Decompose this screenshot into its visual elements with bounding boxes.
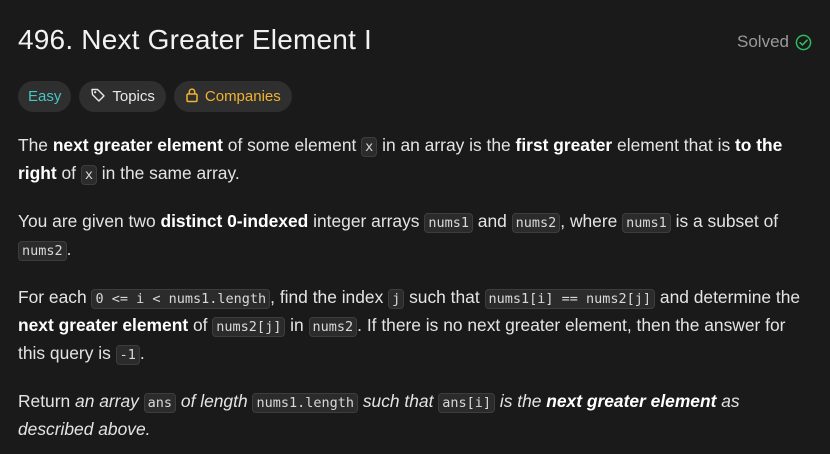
text: , where [560, 211, 623, 231]
solved-status: Solved [737, 32, 812, 52]
check-circle-icon [795, 34, 812, 51]
text: , find the index [270, 287, 389, 307]
inline-code: 0 <= i < nums1.length [91, 289, 271, 309]
inline-code: nums2[j] [212, 317, 286, 337]
text: The [18, 135, 53, 155]
text: Return [18, 391, 76, 411]
topics-button[interactable]: Topics [79, 81, 166, 112]
text: element that is [612, 135, 735, 155]
inline-code: nums1 [424, 213, 473, 233]
companies-label: Companies [204, 88, 281, 105]
text: such that [404, 287, 485, 307]
inline-code: -1 [115, 345, 140, 365]
title-row: 496. Next Greater Element I Solved [18, 0, 812, 86]
text: of [188, 315, 213, 335]
text: in an array is the [377, 135, 516, 155]
description-paragraph-3: For each 0 <= i < nums1.length, find the… [18, 284, 813, 368]
inline-code: nums2 [18, 241, 67, 261]
tag-bar: Easy Topics Companies [18, 81, 292, 112]
italic-text: such that [358, 391, 439, 411]
inline-code: nums2 [308, 317, 358, 337]
bold-term: next greater element [546, 391, 716, 411]
problem-page: 496. Next Greater Element I Solved Easy … [0, 0, 830, 454]
topics-label: Topics [112, 88, 155, 105]
text: For each [18, 287, 92, 307]
tag-icon [90, 87, 106, 107]
inline-code: nums1 [622, 213, 671, 233]
text: of some element [222, 135, 362, 155]
text: in [285, 315, 309, 335]
solved-label: Solved [737, 32, 789, 51]
bold-term: next greater element [18, 315, 189, 335]
inline-code: nums1.length [252, 393, 358, 413]
difficulty-label: Easy [28, 88, 62, 105]
description-paragraph-2: You are given two distinct 0-indexed int… [18, 208, 813, 264]
italic-text: an array [75, 391, 144, 411]
text: is a subset of [670, 211, 779, 231]
inline-code: nums2 [511, 213, 561, 233]
inline-code: ans [143, 393, 177, 413]
inline-code: nums1[i] == nums2[j] [484, 289, 656, 309]
bold-term: first greater [515, 135, 613, 155]
italic-text: is the [495, 391, 547, 411]
text: and determine the [655, 287, 801, 307]
lock-icon [185, 87, 199, 107]
text: integer arrays [308, 211, 425, 231]
text: and [472, 211, 512, 231]
italic-bold-text: next greater element [546, 391, 717, 411]
inline-code: ans[i] [438, 393, 496, 413]
text: . [66, 239, 72, 259]
text: . [139, 343, 145, 363]
description-paragraph-4: Return an array ans of length nums1.leng… [18, 388, 813, 442]
inline-code: x [80, 165, 97, 185]
companies-button[interactable]: Companies [173, 81, 292, 112]
text: of [56, 163, 81, 183]
inline-code: x [361, 137, 378, 157]
bold-term: distinct 0-indexed [160, 211, 309, 231]
problem-title[interactable]: 496. Next Greater Element I [18, 24, 372, 56]
italic-text: of length [176, 391, 253, 411]
description-paragraph-1: The next greater element of some element… [18, 132, 813, 188]
text: You are given two [18, 211, 161, 231]
text: in the same array. [96, 163, 240, 183]
bold-term: next greater element [52, 135, 223, 155]
inline-code: j [388, 289, 405, 309]
difficulty-badge[interactable]: Easy [18, 81, 72, 112]
problem-description: The next greater element of some element… [18, 132, 813, 454]
